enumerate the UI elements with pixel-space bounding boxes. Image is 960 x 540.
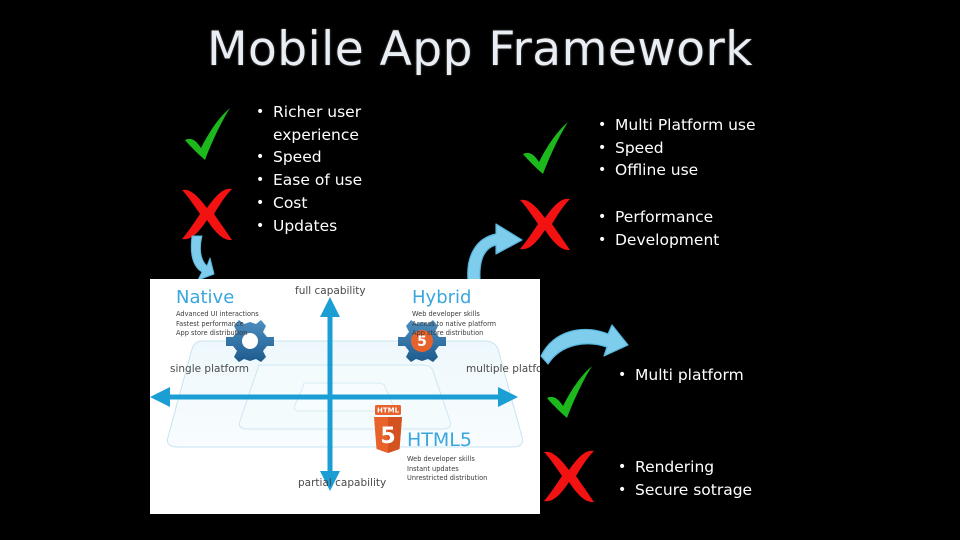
list-item-label: Performance — [615, 208, 714, 226]
bullet-dot: • — [256, 171, 265, 188]
svg-text:HTML: HTML — [377, 407, 400, 415]
svg-text:5: 5 — [380, 424, 395, 449]
bullet-dot: • — [256, 217, 265, 234]
html5-pros-list: • Multi platform — [618, 364, 828, 387]
list-item-label: Updates — [273, 216, 338, 235]
native-pros-list: • Richer user experience • Speed • Ease … — [256, 101, 406, 191]
bullet-dot: • — [598, 162, 607, 178]
diagram-feature: Web developer skills — [407, 455, 475, 463]
bullet-dot: • — [256, 104, 265, 120]
cross-icon — [176, 186, 238, 242]
list-item: • Secure sotrage — [618, 479, 828, 502]
list-item: • Speed — [256, 146, 406, 169]
bullet-dot: • — [598, 117, 607, 133]
diagram-feature: Unrestricted distribution — [407, 474, 488, 483]
check-icon — [518, 118, 574, 180]
native-cons-list: • Cost • Updates — [256, 192, 406, 237]
check-icon — [180, 104, 236, 166]
diagram-axis-label-right: multiple platforms — [466, 363, 540, 375]
list-item-label: Development — [615, 230, 720, 249]
list-item-label: Speed — [273, 148, 322, 166]
list-item-label: Richer user experience — [273, 103, 362, 144]
diagram-html5-heading: HTML5 — [407, 429, 472, 451]
diagram-hybrid-heading: Hybrid — [412, 287, 472, 308]
cross-icon — [538, 448, 600, 504]
list-item-label: Cost — [273, 194, 308, 212]
diagram-axis-label-left: single platform — [170, 363, 250, 375]
list-item-label: Speed — [615, 138, 664, 157]
diagram-feature: App store distribution — [412, 329, 484, 338]
diagram-hybrid-features: Web developer skills Access to native pl… — [412, 310, 496, 339]
slide-canvas: Mobile App Framework • Richer user exper… — [0, 0, 960, 540]
list-item-label: Offline use — [615, 161, 699, 179]
list-item-label: Multi Platform use — [615, 116, 756, 134]
diagram-html5-features: Web developer skills Instant updates Unr… — [407, 455, 487, 484]
framework-quadrant-diagram: 5 HTML 5 Native Advanced UI interactions… — [150, 279, 540, 514]
list-item-label: Rendering — [635, 458, 715, 476]
bullet-dot: • — [598, 139, 607, 156]
list-item: • Cost — [256, 192, 406, 215]
curved-arrow-right-icon — [538, 322, 630, 374]
list-item-label: Multi platform — [635, 366, 744, 384]
diagram-axis-label-bottom: partial capability — [298, 477, 387, 489]
list-item: • Multi Platform use — [598, 114, 828, 137]
diagram-feature: Fastest performance — [176, 319, 244, 328]
html5-cons-list: • Rendering • Secure sotrage — [618, 456, 828, 501]
diagram-feature: Web developer skills — [412, 310, 480, 318]
diagram-native-heading: Native — [176, 287, 235, 308]
curved-arrow-up-right-icon — [460, 222, 526, 284]
bullet-dot: • — [598, 209, 607, 225]
list-item: • Offline use — [598, 159, 828, 182]
list-item: • Performance — [598, 206, 798, 229]
diagram-feature: Access to native platform — [412, 319, 497, 328]
hybrid-cons-list: • Performance • Development — [598, 206, 798, 251]
curved-arrow-tail-icon — [188, 235, 218, 282]
list-item: • Speed — [598, 137, 828, 160]
diagram-axis-label-top: full capability — [295, 285, 366, 297]
list-item-label: Secure sotrage — [635, 480, 753, 499]
bullet-dot: • — [598, 231, 607, 248]
diagram-feature: Advanced UI interactions — [176, 310, 259, 318]
diagram-feature: Instant updates — [407, 464, 459, 473]
list-item: • Rendering — [618, 456, 828, 479]
bullet-dot: • — [256, 195, 265, 211]
list-item: • Ease of use — [256, 169, 406, 192]
diagram-feature: App store distribution — [176, 329, 248, 338]
list-item-label: Ease of use — [273, 170, 363, 189]
list-item: • Richer user experience — [256, 101, 406, 146]
hybrid-pros-list: • Multi Platform use • Speed • Offline u… — [598, 114, 828, 182]
list-item: • Development — [598, 229, 798, 252]
list-item: • Multi platform — [618, 364, 828, 387]
bullet-dot: • — [256, 149, 265, 165]
list-item: • Updates — [256, 215, 406, 238]
page-title: Mobile App Framework — [206, 22, 754, 77]
bullet-dot: • — [618, 459, 627, 475]
bullet-dot: • — [618, 481, 627, 498]
diagram-native-features: Advanced UI interactions Fastest perform… — [176, 310, 259, 339]
